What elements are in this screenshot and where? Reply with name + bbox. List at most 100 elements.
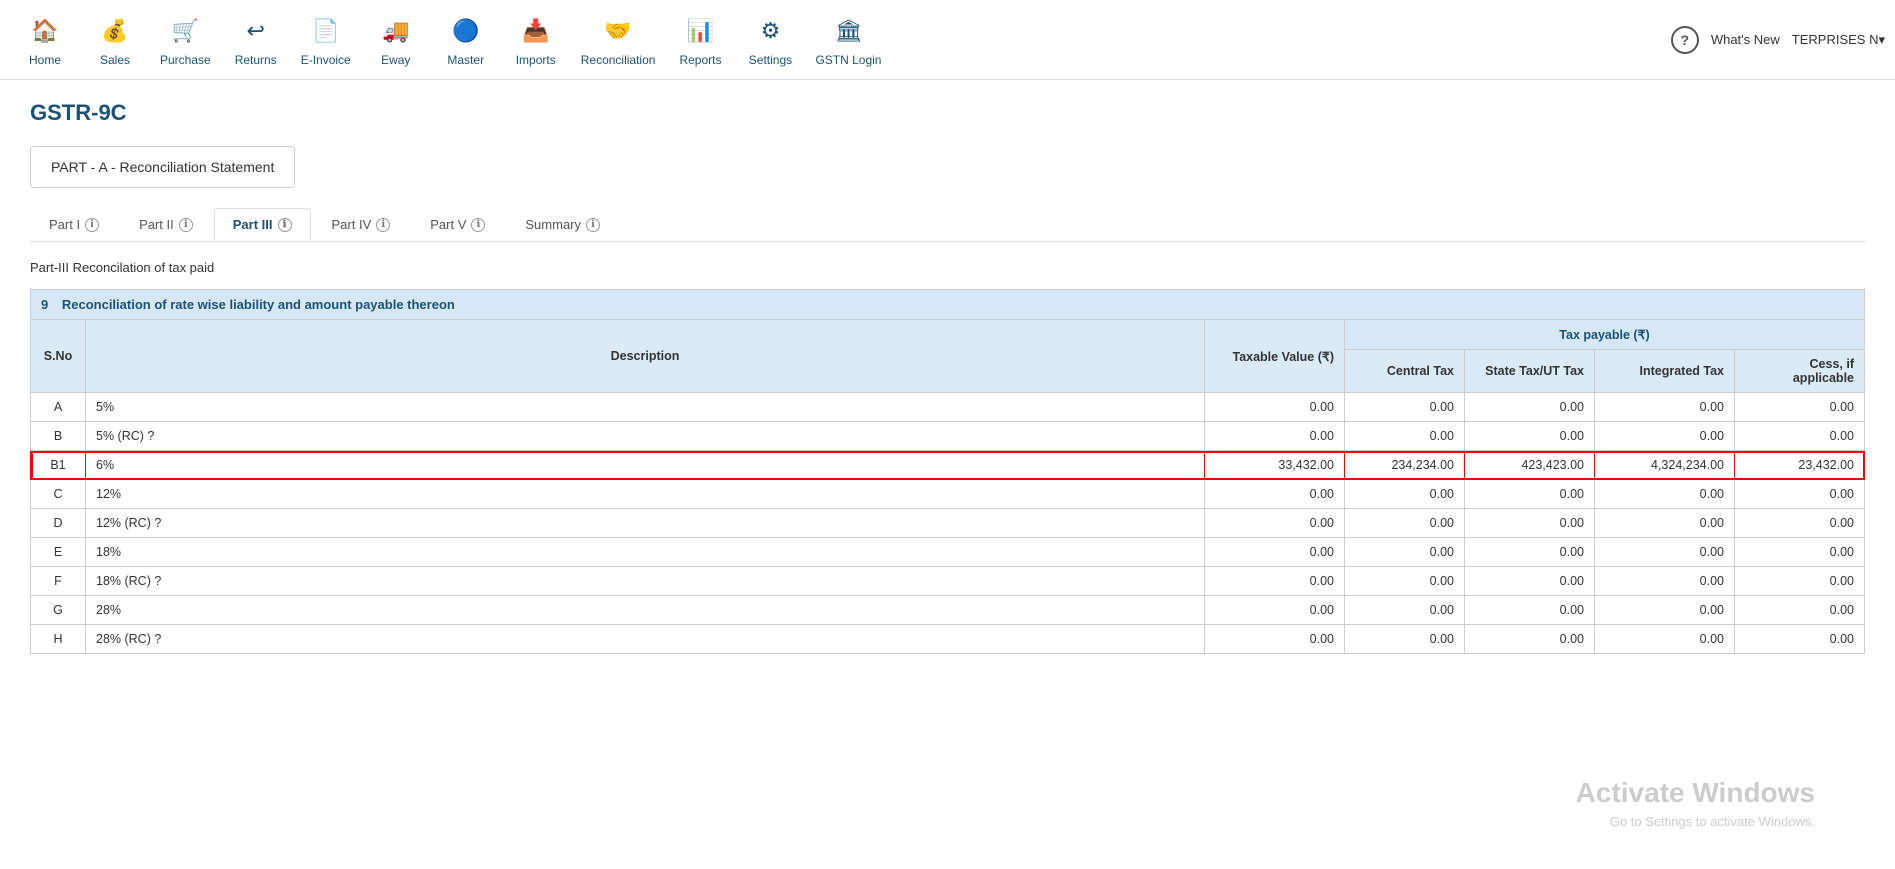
nav-item-einvoice[interactable]: 📄E-Invoice xyxy=(291,7,361,73)
cell-desc: 28% (RC) ? xyxy=(86,625,1205,654)
nav-item-reports[interactable]: 📊 Reports xyxy=(665,7,735,73)
cell-taxable: 0.00 xyxy=(1205,625,1345,654)
nav-item-home[interactable]: 🏠Home xyxy=(10,7,80,73)
help-button[interactable]: ? xyxy=(1671,26,1699,54)
table-row: B 5% (RC) ? 0.00 0.00 0.00 0.00 0.00 xyxy=(31,422,1865,451)
tab-part1-label: Part I xyxy=(49,217,80,232)
nav-item-settings[interactable]: ⚙ Settings xyxy=(735,7,805,73)
cell-central: 0.00 xyxy=(1345,538,1465,567)
tabs-row: Part IℹPart IIℹ Part III ℹ Part IVℹPart VℹS… xyxy=(30,208,1865,242)
table-row: B1 6% 33,432.00 234,234.00 423,423.00 4,… xyxy=(31,451,1865,480)
sales-icon: 💰 xyxy=(97,13,133,49)
cell-central: 0.00 xyxy=(1345,625,1465,654)
cell-sno: F xyxy=(31,567,86,596)
tab-summary[interactable]: Summaryℹ xyxy=(506,208,619,241)
part3-info-icon: ℹ xyxy=(278,218,292,232)
cell-sno: B xyxy=(31,422,86,451)
section-heading: Part-III Reconcilation of tax paid xyxy=(30,260,1865,275)
nav-item-returns[interactable]: ↩Returns xyxy=(221,7,291,73)
nav-right: ? What's New TERPRISES N▾ xyxy=(1671,26,1885,54)
tab-part4[interactable]: Part IVℹ xyxy=(313,208,410,241)
cell-central: 0.00 xyxy=(1345,509,1465,538)
nav-item-reconciliation[interactable]: 🤝Reconciliation xyxy=(571,7,666,73)
cell-sno: C xyxy=(31,480,86,509)
purchase-label: Purchase xyxy=(160,53,211,67)
table-row: C 12% 0.00 0.00 0.00 0.00 0.00 xyxy=(31,480,1865,509)
cell-desc: 18% xyxy=(86,538,1205,567)
settings-label: Settings xyxy=(749,53,792,67)
cell-cess: 0.00 xyxy=(1735,625,1865,654)
reports-icon: 📊 xyxy=(682,13,718,49)
cell-taxable: 33,432.00 xyxy=(1205,451,1345,480)
gstn-label: GSTN Login xyxy=(815,53,881,67)
cell-sno: H xyxy=(31,625,86,654)
cell-sno: G xyxy=(31,596,86,625)
cell-cess: 0.00 xyxy=(1735,422,1865,451)
whats-new-link[interactable]: What's New xyxy=(1711,32,1780,47)
eway-label: Eway xyxy=(381,53,410,67)
cell-state: 0.00 xyxy=(1465,480,1595,509)
cell-taxable: 0.00 xyxy=(1205,393,1345,422)
cell-integrated: 0.00 xyxy=(1595,538,1735,567)
part-a-label: PART - A - Reconciliation Statement xyxy=(31,147,294,187)
cell-central: 0.00 xyxy=(1345,596,1465,625)
tab-part5[interactable]: Part Vℹ xyxy=(411,208,504,241)
nav-item-master[interactable]: 🔵Master xyxy=(431,7,501,73)
cell-state: 0.00 xyxy=(1465,393,1595,422)
returns-label: Returns xyxy=(235,53,277,67)
master-label: Master xyxy=(447,53,484,67)
tab-part2[interactable]: Part IIℹ xyxy=(120,208,212,241)
nav-item-sales[interactable]: 💰Sales xyxy=(80,7,150,73)
page-title: GSTR-9C xyxy=(30,100,1865,126)
reports-label: Reports xyxy=(679,53,721,67)
part-a-tab[interactable]: PART - A - Reconciliation Statement xyxy=(30,146,295,188)
cell-state: 0.00 xyxy=(1465,596,1595,625)
watermark-sub: Go to Settings to activate Windows. xyxy=(1610,814,1815,829)
reconciliation-table: 9 Reconciliation of rate wise liability … xyxy=(30,289,1865,654)
cell-state: 0.00 xyxy=(1465,422,1595,451)
tab-part3[interactable]: Part III ℹ xyxy=(214,208,311,241)
cell-state: 0.00 xyxy=(1465,509,1595,538)
tab-part5-label: Part V xyxy=(430,217,466,232)
imports-label: Imports xyxy=(516,53,556,67)
nav-item-imports[interactable]: 📥Imports xyxy=(501,7,571,73)
th-integrated-tax: Integrated Tax xyxy=(1595,350,1735,393)
cell-central: 0.00 xyxy=(1345,422,1465,451)
table-row: E 18% 0.00 0.00 0.00 0.00 0.00 xyxy=(31,538,1865,567)
th-central-tax: Central Tax xyxy=(1345,350,1465,393)
cell-taxable: 0.00 xyxy=(1205,480,1345,509)
section-number-cell: 9 Reconciliation of rate wise liability … xyxy=(31,290,1865,320)
cell-taxable: 0.00 xyxy=(1205,596,1345,625)
home-icon: 🏠 xyxy=(27,13,63,49)
cell-taxable: 0.00 xyxy=(1205,567,1345,596)
tab-part1[interactable]: Part Iℹ xyxy=(30,208,118,241)
reconciliation-icon: 🤝 xyxy=(600,13,636,49)
cell-cess: 0.00 xyxy=(1735,480,1865,509)
purchase-icon: 🛒 xyxy=(167,13,203,49)
th-state-tax: State Tax/UT Tax xyxy=(1465,350,1595,393)
cell-integrated: 0.00 xyxy=(1595,422,1735,451)
th-sno: S.No xyxy=(31,320,86,393)
cell-desc: 18% (RC) ? xyxy=(86,567,1205,596)
nav-item-gstn[interactable]: 🏛GSTN Login xyxy=(805,7,891,73)
settings-icon: ⚙ xyxy=(752,13,788,49)
cell-taxable: 0.00 xyxy=(1205,509,1345,538)
th-cess: Cess, if applicable xyxy=(1735,350,1865,393)
cell-central: 0.00 xyxy=(1345,393,1465,422)
cell-taxable: 0.00 xyxy=(1205,538,1345,567)
cell-cess: 0.00 xyxy=(1735,538,1865,567)
nav-item-purchase[interactable]: 🛒 Purchase xyxy=(150,7,221,73)
cell-desc: 5% xyxy=(86,393,1205,422)
tab-part2-label: Part II xyxy=(139,217,174,232)
eway-icon: 🚚 xyxy=(378,13,414,49)
cell-desc: 12% xyxy=(86,480,1205,509)
navbar: 🏠Home💰Sales 🛒 Purchase ↩Returns📄E-Invoice 🚚 E… xyxy=(0,0,1895,80)
tab-part3-label: Part III xyxy=(233,217,273,232)
nav-item-eway[interactable]: 🚚 Eway xyxy=(361,7,431,73)
enterprise-label[interactable]: TERPRISES N▾ xyxy=(1792,32,1885,48)
th-tax-payable: Tax payable (₹) xyxy=(1345,320,1865,350)
table-row: H 28% (RC) ? 0.00 0.00 0.00 0.00 0.00 xyxy=(31,625,1865,654)
cell-cess: 0.00 xyxy=(1735,596,1865,625)
einvoice-label: E-Invoice xyxy=(301,53,351,67)
cell-integrated: 0.00 xyxy=(1595,393,1735,422)
